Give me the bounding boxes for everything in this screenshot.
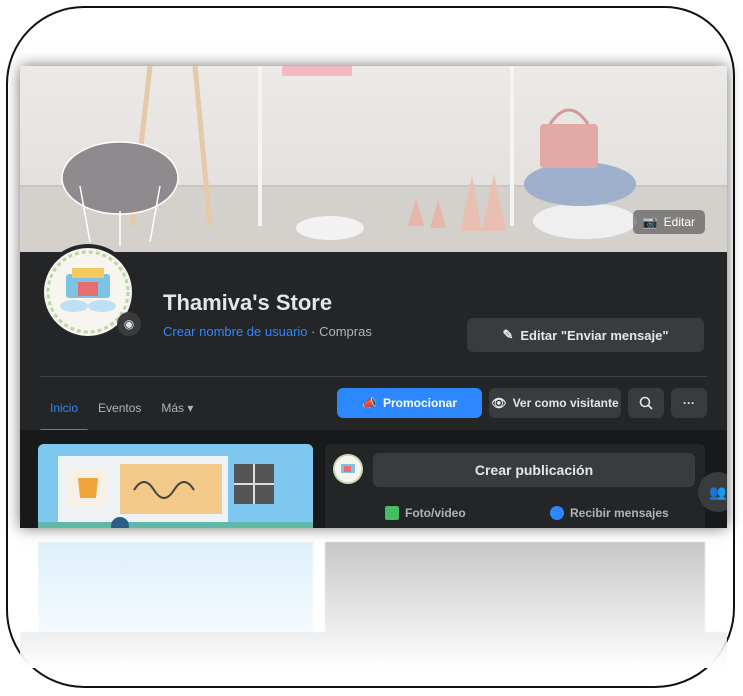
receive-messages-button[interactable]: Recibir mensajes <box>550 506 669 520</box>
cover-photo: 📷 Editar <box>20 66 727 252</box>
promote-button[interactable]: 📣 Promocionar <box>337 388 482 418</box>
page-category: Compras <box>319 324 372 339</box>
search-button[interactable] <box>628 388 664 418</box>
page-actions: 📣 Promocionar 👁 Ver como visitante ··· <box>337 388 707 418</box>
messenger-icon <box>550 506 564 520</box>
receive-messages-label: Recibir mensajes <box>570 506 669 520</box>
create-username-link[interactable]: Crear nombre de usuario <box>163 324 308 339</box>
promote-label: Promocionar <box>382 396 457 410</box>
more-icon: ··· <box>683 396 695 410</box>
edit-send-message-label: Editar "Enviar mensaje" <box>520 327 669 343</box>
page-subline: Crear nombre de usuario · Compras <box>163 324 372 339</box>
search-icon <box>639 396 653 410</box>
photo-video-button[interactable]: Foto/video <box>385 506 466 520</box>
page-body: Crear publicación Foto/video Recibir men… <box>20 430 727 528</box>
promo-illustration-card[interactable] <box>38 444 313 528</box>
photo-icon <box>385 506 399 520</box>
edit-cover-button[interactable]: 📷 Editar <box>632 210 705 234</box>
camera-icon: 📷 <box>642 215 658 229</box>
eye-icon: 👁 <box>491 396 507 410</box>
tab-inicio[interactable]: Inicio <box>40 390 89 432</box>
view-as-visitor-button[interactable]: 👁 Ver como visitante <box>489 388 621 418</box>
more-options-button[interactable]: ··· <box>671 388 707 418</box>
composer-avatar-logo <box>333 454 363 484</box>
view-as-visitor-label: Ver como visitante <box>512 396 619 410</box>
screenshot-reflection <box>20 528 727 668</box>
subline-separator: · <box>307 324 320 339</box>
page-tabs: Inicio Eventos Más ▾ <box>40 390 203 432</box>
tab-eventos[interactable]: Eventos <box>88 390 151 430</box>
promo-illustration <box>38 444 313 528</box>
cover-illustration <box>20 66 727 252</box>
composer-card: Crear publicación Foto/video Recibir men… <box>325 444 705 528</box>
composer-avatar <box>333 454 363 484</box>
page-title: Thamiva's Store <box>163 290 333 315</box>
photo-video-label: Foto/video <box>405 506 466 520</box>
tab-mas[interactable]: Más ▾ <box>151 390 203 430</box>
facebook-page-screenshot: 📷 Editar ◉ Thamiva's Store Crear nombre … <box>20 66 727 528</box>
header-divider <box>40 376 707 377</box>
page-header: ◉ Thamiva's Store Crear nombre de usuari… <box>20 244 727 432</box>
avatar-camera-icon[interactable]: ◉ <box>117 312 141 336</box>
create-post-button[interactable]: Crear publicación <box>373 453 695 487</box>
reflection-fade <box>20 528 727 668</box>
edit-cover-label: Editar <box>663 215 695 229</box>
pencil-icon: ✎ <box>502 327 514 342</box>
edit-send-message-button[interactable]: ✎ Editar "Enviar mensaje" <box>467 318 704 352</box>
megaphone-icon: 📣 <box>362 396 377 410</box>
